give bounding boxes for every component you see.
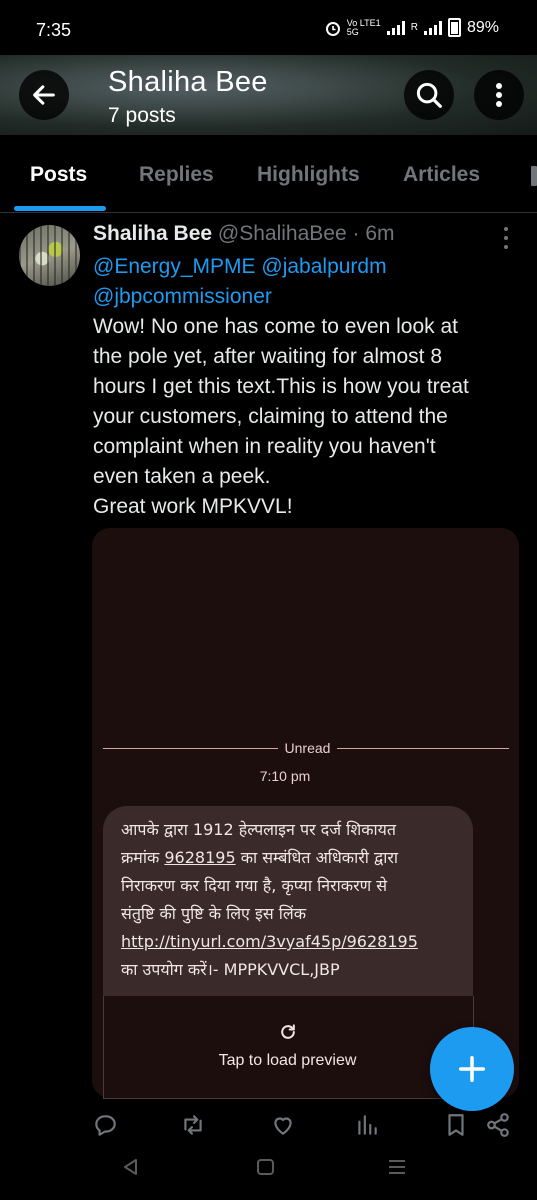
nav-back-icon[interactable]: [120, 1158, 142, 1176]
unread-label: Unread: [284, 740, 331, 756]
handle[interactable]: @ShalihaBee: [218, 222, 347, 245]
link-preview-box: [103, 996, 474, 1099]
bookmark-icon[interactable]: [443, 1112, 469, 1138]
battery-level: 89%: [466, 18, 499, 36]
nav-recents-icon[interactable]: [386, 1158, 408, 1176]
tab-overflow[interactable]: [531, 166, 537, 186]
separator: ·: [352, 222, 360, 245]
tweet-header: Shaliha Bee @ShalihaBee · 6m: [93, 222, 395, 246]
tab-posts[interactable]: Posts: [30, 163, 87, 187]
divider: [103, 748, 278, 749]
heart-icon[interactable]: [270, 1112, 296, 1138]
nav-home-icon[interactable]: [256, 1158, 276, 1176]
mention-link[interactable]: @jabalpurdm: [261, 255, 386, 278]
status-time: 7:35: [36, 20, 72, 40]
sms-line: निराकरण कर दिया गया है, कृप्या निराकरण स…: [121, 876, 388, 895]
tab-selected-indicator: [14, 206, 106, 211]
roaming-label: R: [410, 22, 418, 33]
tweet-time: 6m: [365, 222, 395, 245]
complaint-number: 9628195: [164, 848, 236, 867]
sms-link: http://tinyurl.com/3vyaf45p/9628195: [121, 932, 418, 951]
tweet-author-handle: @ShalihaBee · 6m: [218, 222, 395, 245]
tab-replies[interactable]: Replies: [139, 163, 214, 187]
more-options-button[interactable]: [474, 70, 524, 120]
profile-name: Shaliha Bee: [108, 66, 268, 98]
signal-icon: [386, 20, 405, 35]
tweet-author-name[interactable]: Shaliha Bee: [93, 222, 212, 245]
plus-icon: [459, 1056, 485, 1082]
sms-line: क्रमांक 9628195 का सम्बंधित अधिकारी द्वा…: [121, 844, 466, 872]
sms-line: आपके द्वारा 1912 हेल्पलाइन पर दर्ज शिकाय…: [121, 820, 397, 839]
comment-icon[interactable]: [92, 1112, 118, 1138]
arrow-left-icon: [33, 85, 55, 105]
mention-link[interactable]: @jbpcommissioner: [93, 285, 272, 308]
tweet-text: Wow! No one has come to even look at the…: [93, 315, 469, 518]
bar-chart-icon[interactable]: [354, 1112, 380, 1138]
alarm-icon: [325, 21, 340, 36]
tab-articles[interactable]: Articles: [403, 163, 480, 187]
divider: [337, 748, 509, 749]
network-label: Vo LTE1 5G: [346, 17, 381, 37]
repost-icon[interactable]: [180, 1112, 206, 1138]
post-count: 7 posts: [108, 104, 176, 127]
tweet-mentions: @Energy_MPME @jabalpurdm @jbpcommissione…: [93, 252, 513, 312]
sms-text-part: का सम्बंधित अधिकारी द्वारा: [235, 848, 399, 867]
banner-overlay: [0, 55, 537, 135]
tweet-more-button[interactable]: [500, 227, 512, 249]
status-icons: Vo LTE1 5G R 89%: [325, 18, 499, 37]
avatar-overlay: [19, 225, 80, 286]
search-icon: [416, 82, 442, 108]
sms-text-part: क्रमांक: [121, 848, 165, 867]
battery-icon: [447, 18, 461, 37]
sms-line: संतुष्टि की पुष्टि के लिए इस लिंक: [121, 904, 307, 923]
message-time: 7:10 pm: [259, 768, 311, 784]
sms-text: आपके द्वारा 1912 हेल्पलाइन पर दर्ज शिकाय…: [121, 816, 466, 984]
reload-icon: [281, 1024, 295, 1039]
preview-label: Tap to load preview: [218, 1052, 357, 1069]
back-button[interactable]: [19, 70, 69, 120]
compose-button[interactable]: [430, 1027, 514, 1111]
more-vertical-icon: [496, 83, 502, 107]
search-button[interactable]: [404, 70, 454, 120]
signal-icon-2: [423, 20, 442, 35]
sms-line: का उपयोग करें।- MPPKVVCL,JBP: [121, 960, 340, 979]
mention-link[interactable]: @Energy_MPME: [93, 255, 256, 278]
share-icon[interactable]: [485, 1112, 511, 1138]
tab-highlights[interactable]: Highlights: [257, 163, 360, 187]
